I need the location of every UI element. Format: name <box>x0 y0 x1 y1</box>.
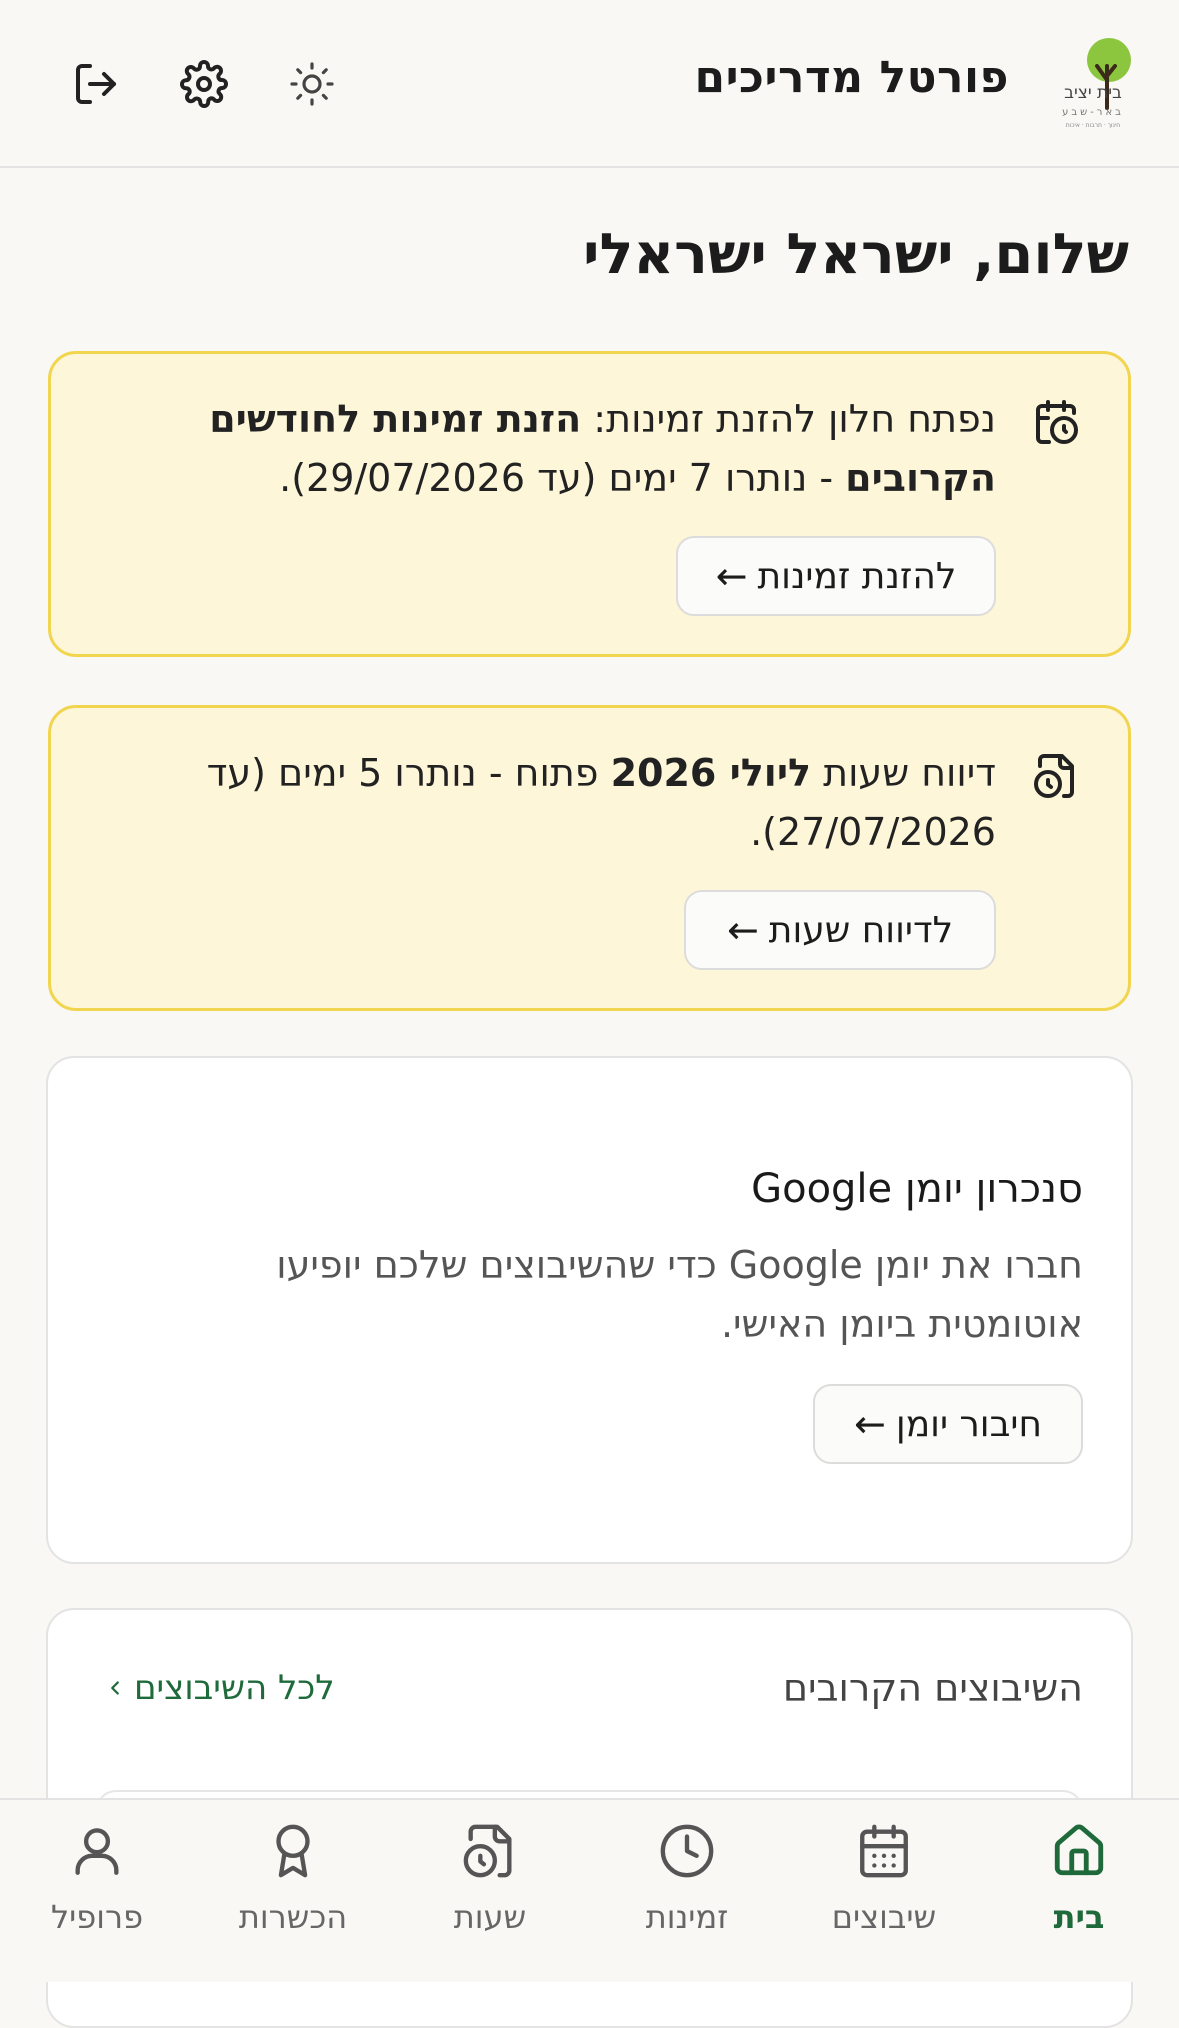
award-icon <box>276 1824 310 1878</box>
svg-text:בית יציב: בית יציב <box>1064 83 1122 103</box>
google-sync-title: סנכרון יומן Google <box>751 1166 1083 1212</box>
logo: בית יציב באר-שבע חינוך · תרבות · איכות <box>1047 36 1139 132</box>
file-clock-icon <box>1034 754 1074 798</box>
clock-icon <box>660 1824 714 1878</box>
settings-button[interactable] <box>180 60 228 108</box>
availability-notice-text: נפתח חלון להזנת זמינות: הזנת זמינות לחוד… <box>176 390 996 508</box>
upcoming-shifts-title: השיבוצים הקרובים <box>782 1666 1083 1710</box>
arrow-left-icon: ← <box>854 1402 886 1446</box>
google-sync-description: חברו את יומן Google כדי שהשיבוצים שלכם י… <box>276 1243 1083 1346</box>
calendar-icon <box>860 1824 908 1878</box>
user-icon <box>75 1828 119 1875</box>
nav-item-availability[interactable]: זמינות <box>602 1822 772 1962</box>
app-header: בית יציב באר-שבע חינוך · תרבות · איכות פ… <box>0 0 1179 168</box>
portal-title: פורטל מדריכים <box>694 52 1009 103</box>
greeting: שלום, ישראל ישראלי <box>583 222 1129 287</box>
connect-calendar-label: חיבור יומן <box>895 1403 1042 1445</box>
report-hours-label: לדיווח שעות <box>768 909 954 951</box>
enter-availability-label: להזנת זמינות <box>757 555 957 597</box>
nav-item-shifts[interactable]: שיבוצים <box>799 1822 969 1962</box>
nav-label-trainings: הכשרות <box>238 1898 348 1936</box>
sun-icon <box>290 62 334 106</box>
nav-item-home[interactable]: בית <box>994 1822 1164 1962</box>
home-icon <box>1054 1824 1104 1876</box>
hours-notice-text: דיווח שעות ליולי 2026 פתוח - נותרו 5 ימי… <box>176 744 996 862</box>
bottom-nav: בית שיבוצים זמינות שעות הכשרות פרופיל <box>0 1798 1179 1982</box>
nav-item-trainings[interactable]: הכשרות <box>208 1822 378 1962</box>
chevron-left-icon <box>111 1681 119 1695</box>
connect-calendar-button[interactable]: חיבור יומן ← <box>813 1384 1083 1464</box>
nav-label-hours: שעות <box>453 1898 527 1936</box>
google-sync-card: סנכרון יומן Google חברו את יומן Google כ… <box>46 1056 1133 1564</box>
report-hours-button[interactable]: לדיווח שעות ← <box>684 890 996 970</box>
nav-label-home: בית <box>1053 1898 1105 1936</box>
nav-label-availability: זמינות <box>645 1898 729 1936</box>
logout-button[interactable] <box>72 60 120 108</box>
all-shifts-label: לכל השיבוצים <box>134 1668 335 1708</box>
svg-text:באר-שבע: באר-שבע <box>1062 107 1124 118</box>
hours-notice-bold: ליולי 2026 <box>610 751 812 795</box>
calendar-clock-icon <box>1036 400 1078 444</box>
nav-label-profile: פרופיל <box>50 1898 144 1936</box>
svg-text:חינוך · תרבות · איכות: חינוך · תרבות · איכות <box>1066 122 1121 129</box>
theme-toggle-button[interactable] <box>288 60 336 108</box>
logout-icon <box>76 64 116 104</box>
nav-item-hours[interactable]: שעות <box>405 1822 575 1962</box>
arrow-left-icon: ← <box>726 908 759 952</box>
file-clock-icon <box>463 1824 512 1878</box>
availability-notice-icon <box>1032 398 1080 446</box>
availability-notice-prefix: נפתח חלון להזנת זמינות: <box>581 397 996 441</box>
tree-logo-icon: בית יציב באר-שבע חינוך · תרבות · איכות <box>1062 38 1131 129</box>
gear-icon <box>180 60 228 108</box>
hours-notice-icon <box>1032 752 1080 800</box>
nav-item-profile[interactable]: פרופיל <box>12 1822 182 1962</box>
all-shifts-link[interactable]: לכל השיבוצים <box>104 1668 335 1708</box>
hours-notice: דיווח שעות ליולי 2026 פתוח - נותרו 5 ימי… <box>48 705 1131 1011</box>
enter-availability-button[interactable]: להזנת זמינות ← <box>676 536 996 616</box>
availability-notice-suffix: - נותרו 7 ימים (עד 29/07/2026). <box>279 456 846 500</box>
nav-label-shifts: שיבוצים <box>831 1898 937 1936</box>
availability-notice: נפתח חלון להזנת זמינות: הזנת זמינות לחוד… <box>48 351 1131 657</box>
hours-notice-prefix: דיווח שעות <box>811 751 996 795</box>
arrow-left-icon: ← <box>715 554 748 598</box>
